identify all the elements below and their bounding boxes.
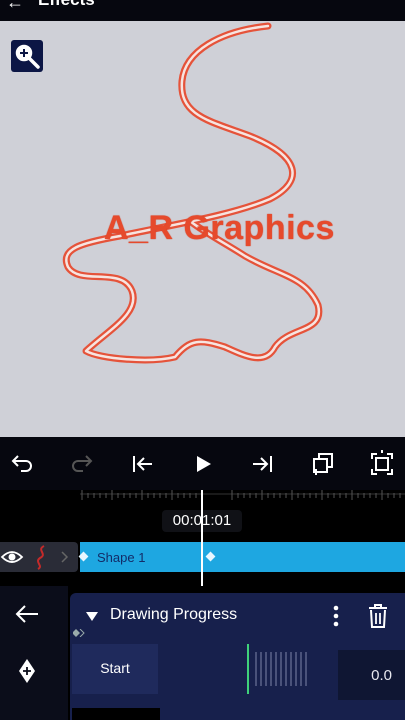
- more-options-icon[interactable]: [330, 605, 342, 627]
- skip-to-start-icon[interactable]: [128, 450, 156, 478]
- canvas-text-layer[interactable]: A_R Graphics: [104, 209, 335, 248]
- top-bar: ← Effects: [0, 0, 405, 21]
- eye-icon[interactable]: [0, 551, 24, 563]
- playhead[interactable]: [201, 490, 203, 586]
- skip-to-end-icon[interactable]: [249, 450, 277, 478]
- collapse-triangle-icon[interactable]: [86, 612, 98, 621]
- keyframe-diamond[interactable]: [78, 551, 89, 562]
- shape-layer-icon: [37, 545, 45, 570]
- panel-title: Drawing Progress: [110, 606, 238, 623]
- back-arrow-icon[interactable]: [15, 605, 38, 623]
- keyframe-marker-icon: [73, 629, 85, 637]
- play-icon[interactable]: [189, 450, 217, 478]
- screen-title: Effects: [38, 0, 95, 9]
- zoom-magnifier-icon: [15, 44, 40, 69]
- next-param-row: [72, 708, 160, 720]
- track-header: [0, 542, 78, 572]
- clip-shape[interactable]: Shape 1: [78, 542, 405, 572]
- side-toolbar: [0, 586, 68, 720]
- start-value-field[interactable]: 0.0: [338, 650, 405, 700]
- start-label: Start: [100, 660, 130, 676]
- duplicate-add-icon[interactable]: [309, 450, 337, 478]
- value-slider[interactable]: [246, 644, 338, 694]
- back-arrow-icon[interactable]: ←: [6, 0, 24, 11]
- clip-label: Shape 1: [97, 550, 146, 565]
- add-keyframe-icon[interactable]: [19, 659, 35, 683]
- trash-icon[interactable]: [366, 603, 390, 629]
- start-param-row: Start: [72, 644, 158, 694]
- preview-canvas[interactable]: A_R Graphics: [0, 21, 405, 437]
- ruler-ticks: [80, 490, 405, 500]
- zoom-button[interactable]: [11, 40, 43, 72]
- undo-icon[interactable]: [8, 450, 36, 478]
- keyframe-diamond[interactable]: [205, 551, 216, 562]
- start-value: 0.0: [371, 667, 392, 684]
- playback-toolbar: [0, 437, 405, 490]
- drawing-progress-panel: Drawing Progress Start 0.0: [70, 593, 405, 720]
- effect-editor: Drawing Progress Start 0.0: [0, 586, 405, 720]
- fullscreen-icon[interactable]: [368, 450, 396, 478]
- redo-icon[interactable]: [68, 450, 96, 478]
